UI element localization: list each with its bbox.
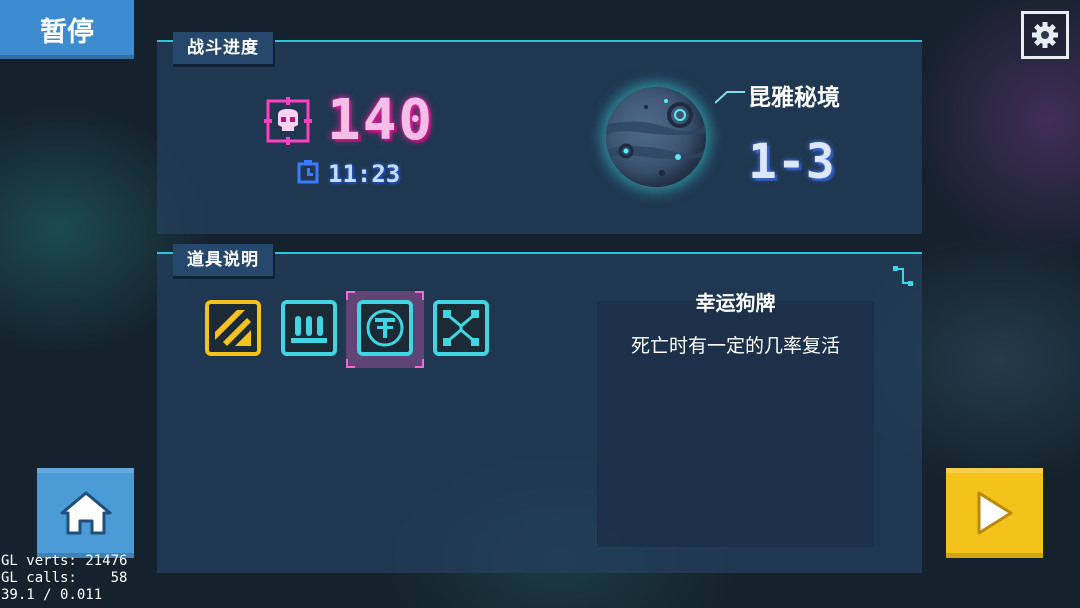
timer-icon — [297, 160, 319, 184]
play-icon — [977, 491, 1012, 535]
skull-target-icon — [264, 97, 312, 145]
item-slot-3[interactable] — [357, 300, 413, 356]
debug-line-fps: 39.1 / 0.011 — [1, 587, 103, 603]
item-slot-2[interactable] — [281, 300, 337, 356]
pause-tab: 暂停 — [0, 0, 134, 59]
planet-image — [606, 87, 706, 187]
battle-progress-label: 战斗进度 — [173, 32, 273, 67]
settings-button[interactable] — [1021, 11, 1069, 59]
pause-label: 暂停 — [40, 17, 94, 48]
resume-button[interactable] — [946, 468, 1043, 558]
home-icon — [60, 491, 111, 535]
item-info-label: 道具说明 — [173, 244, 273, 279]
debug-line-calls: GL calls: 58 — [1, 570, 128, 586]
item-name: 幸运狗牌 — [695, 291, 776, 315]
stage-number: 1-3 — [748, 134, 835, 190]
gear-icon — [1032, 22, 1058, 48]
elapsed-time: 11:23 — [328, 160, 401, 188]
location-name: 昆雅秘境 — [748, 85, 840, 111]
ammo-icon — [281, 300, 337, 356]
item-description: 死亡时有一定的几率复活 — [630, 335, 840, 357]
debug-line-verts: GL verts: 21476 — [1, 553, 128, 569]
item-slot-1[interactable] — [205, 300, 261, 356]
location-pointer-line — [715, 91, 745, 104]
yellow-arrows-icon — [205, 300, 261, 356]
kill-count: 140 — [327, 88, 435, 153]
item-slot-4[interactable] — [433, 300, 489, 356]
dog-tag-icon — [357, 300, 413, 356]
network-icon — [433, 300, 489, 356]
home-button[interactable] — [37, 468, 134, 558]
debug-stats: GL verts: 21476 GL calls: 58 39.1 / 0.011 — [1, 553, 127, 604]
connector-icon — [893, 266, 913, 286]
